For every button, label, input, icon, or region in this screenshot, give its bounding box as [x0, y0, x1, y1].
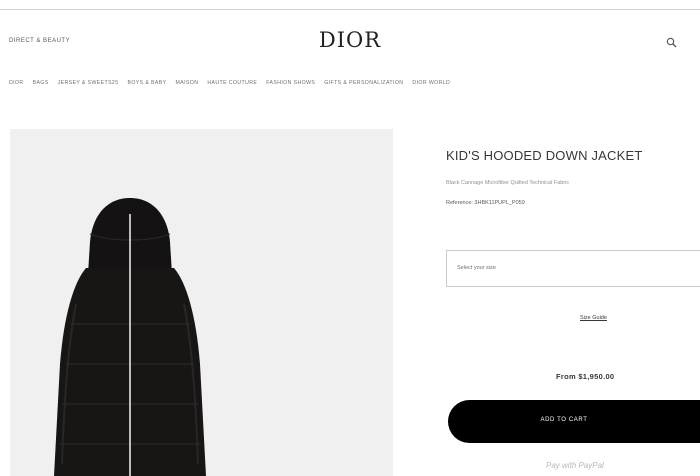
search-icon: [666, 37, 677, 48]
size-select-placeholder: Select your size: [457, 265, 496, 271]
jacket-image: [54, 198, 206, 476]
add-to-cart-label: ADD TO CART: [540, 417, 588, 423]
product-reference: Reference: 3HBK11PUPL_P059: [446, 200, 525, 206]
size-select[interactable]: Select your size: [446, 250, 700, 287]
nav-item-gifts[interactable]: GIFTS & PERSONALIZATION: [324, 80, 403, 90]
paypal-pay-later[interactable]: Pay with PayPal: [546, 461, 604, 470]
nav-item-dior[interactable]: DIOR: [9, 80, 24, 90]
product-price: From $1,950.00: [556, 372, 615, 381]
nav-item-maison[interactable]: MAISON: [176, 80, 199, 90]
nav-item-fashion-shows[interactable]: FASHION SHOWS: [266, 80, 315, 90]
product-subtitle: Black Cannage Microfiber Quilted Technic…: [446, 180, 570, 186]
nav-item-bags[interactable]: BAGS: [33, 80, 49, 90]
site-header: DIRECT & BEAUTY DIOR: [0, 10, 700, 60]
search-button[interactable]: [665, 36, 679, 50]
product-image-panel[interactable]: [10, 129, 393, 476]
size-guide-link[interactable]: Size Guide: [580, 315, 607, 321]
nav-item-boys-baby[interactable]: BOYS & BABY: [128, 80, 167, 90]
nav-item-jersey[interactable]: JERSEY & SWEETS25: [58, 80, 119, 90]
dior-logo[interactable]: DIOR: [0, 28, 700, 52]
product-title: KID'S HOODED DOWN JACKET: [446, 148, 643, 163]
add-to-cart-button[interactable]: ADD TO CART: [448, 400, 700, 443]
nav-item-haute-couture[interactable]: HAUTE COUTURE: [207, 80, 257, 90]
nav-item-dior-world[interactable]: DIOR WORLD: [412, 80, 450, 90]
main-nav: DIOR BAGS JERSEY & SWEETS25 BOYS & BABY …: [9, 80, 450, 90]
